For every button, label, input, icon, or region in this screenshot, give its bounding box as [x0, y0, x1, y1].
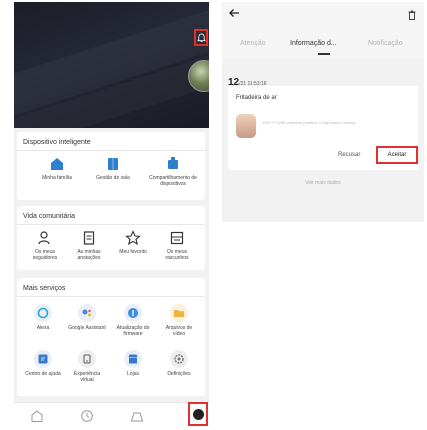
notification-bell-button[interactable]: [194, 29, 208, 46]
virtual-icon: [78, 350, 96, 368]
firmware-update-tile[interactable]: Atualização do firmware: [111, 304, 155, 337]
services-title: Mais serviços: [23, 285, 66, 292]
profile-header: [14, 2, 209, 128]
settings-icon: [170, 350, 188, 368]
nav-smart-icon[interactable]: [80, 409, 94, 423]
store-icon: [124, 350, 142, 368]
tab-notification[interactable]: Notificação: [368, 40, 403, 47]
share-device-icon: [165, 156, 181, 172]
virtual-experience-tile[interactable]: Experiência virtual: [67, 350, 107, 383]
firmware-icon: [124, 304, 142, 322]
profile-icon: [192, 408, 204, 420]
google-assistant-icon: [78, 304, 96, 322]
drafts-tile[interactable]: Os meus rascunhos: [157, 230, 197, 261]
drafts-icon: [169, 230, 185, 246]
share-request-text: 138*****2286 pretende partilhar o dispos…: [262, 120, 356, 125]
accept-label: Aceitar: [387, 152, 407, 158]
nav-mall-icon[interactable]: [130, 409, 144, 423]
star-icon: [125, 230, 141, 246]
smart-devices-title: Dispositivo inteligente: [23, 139, 91, 146]
accept-button[interactable]: Aceitar: [376, 146, 418, 164]
followers-icon: [37, 230, 53, 246]
trash-icon[interactable]: [408, 10, 416, 20]
left-phone-screen: Dispositivo inteligente Minha família Ge…: [14, 2, 209, 428]
notes-icon: [81, 230, 97, 246]
nav-profile-button[interactable]: [188, 402, 208, 426]
active-tab-indicator: [318, 53, 330, 55]
stores-tile[interactable]: Lojas: [111, 350, 155, 377]
tab-attention[interactable]: Atenção: [240, 40, 266, 47]
bottom-navigation: [14, 402, 209, 428]
community-title: Vida comunitária: [23, 213, 76, 220]
home-icon: [49, 156, 65, 172]
device-sharing-tile[interactable]: Compartilhamento de dispositivos: [147, 156, 199, 187]
room-management-tile[interactable]: Gestão de sala: [91, 156, 135, 181]
alexa-icon: [34, 304, 52, 322]
nav-home-icon[interactable]: [30, 409, 44, 423]
decline-button[interactable]: Recusar: [338, 152, 360, 158]
favorites-tile[interactable]: Meu favorito: [113, 230, 153, 255]
services-card: Mais serviços Alexa Google Assistant Atu…: [17, 278, 205, 396]
google-assistant-tile[interactable]: Google Assistant: [67, 304, 107, 331]
smart-devices-card: Dispositivo inteligente Minha família Ge…: [17, 132, 205, 200]
video-files-tile[interactable]: Arquivos de vídeo: [159, 304, 199, 337]
air-fryer-icon: [236, 114, 256, 138]
room-icon: [105, 156, 121, 172]
help-center-tile[interactable]: Centro de ajuda: [23, 350, 63, 377]
video-folder-icon: [170, 304, 188, 322]
tab-information[interactable]: Informação d...: [290, 40, 337, 47]
share-request-card: Fritadeira de ar 138*****2286 pretende p…: [228, 86, 418, 170]
followers-tile[interactable]: Os meus seguidores: [25, 230, 65, 261]
see-more-link[interactable]: Veir mais dados: [222, 180, 424, 186]
my-family-tile[interactable]: Minha família: [37, 156, 77, 181]
settings-tile[interactable]: Definições: [159, 350, 199, 377]
community-card: Vida comunitária Os meus seguidores As m…: [17, 206, 205, 270]
notes-tile[interactable]: As minhas anotações: [69, 230, 109, 261]
alexa-tile[interactable]: Alexa: [23, 304, 63, 331]
right-phone-screen: Atenção Informação d... Notificação 12/2…: [222, 2, 424, 222]
back-arrow-icon[interactable]: [228, 8, 240, 18]
bell-icon: [196, 33, 206, 42]
message-center-header: [222, 2, 424, 58]
device-name: Fritadeira de ar: [236, 95, 277, 101]
help-icon: [34, 350, 52, 368]
